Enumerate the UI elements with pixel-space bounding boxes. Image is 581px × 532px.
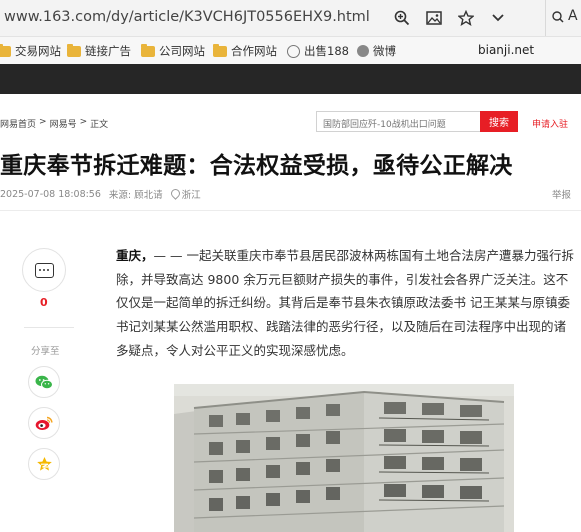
article-paragraph: 重庆，— — 一起关联重庆市奉节县居民邵波林两栋国有土地合法房产遭暴力强行拆除，…: [116, 244, 576, 363]
bookmark-link-ads[interactable]: 链接广告: [67, 43, 131, 59]
share-label: 分享至: [31, 346, 60, 357]
bookmark-for-sale[interactable]: 出售188: [287, 43, 349, 59]
article-meta: 2025-07-08 18:08:56 来源: 顾北请 浙江: [0, 187, 201, 201]
url-text[interactable]: www.163.com/dy/article/K3VCH6JT0556EHX9.…: [4, 9, 370, 25]
share-qzone-button[interactable]: [28, 448, 60, 480]
address-bar[interactable]: www.163.com/dy/article/K3VCH6JT0556EHX9.…: [0, 0, 581, 36]
chevron-down-icon[interactable]: [488, 8, 508, 28]
site-search-input[interactable]: [317, 115, 479, 135]
divider: [0, 210, 581, 211]
article-source[interactable]: 来源: 顾北请: [109, 187, 163, 201]
globe-icon: [287, 44, 300, 58]
bookmark-company-sites[interactable]: 公司网站: [141, 43, 205, 59]
location-pin-icon: [168, 187, 182, 200]
article-title: 重庆奉节拆迁难题：合法权益受损，亟待公正解决: [0, 153, 513, 179]
folder-icon: [0, 43, 11, 57]
comment-button[interactable]: [22, 248, 66, 292]
share-wechat-button[interactable]: [28, 366, 60, 398]
watermark: bianji.net: [478, 43, 535, 57]
comment-icon: [34, 262, 54, 278]
article-datetime: 2025-07-08 18:08:56: [0, 188, 101, 200]
image-icon[interactable]: [424, 8, 444, 28]
zoom-icon[interactable]: [392, 8, 412, 28]
bookmark-weibo[interactable]: 微博: [357, 43, 396, 59]
article-text: — — 一起关联重庆市奉节县居民邵波林两栋国有土地合法房产遭暴力强行拆除，并导致…: [116, 248, 574, 358]
star-icon[interactable]: [456, 8, 476, 28]
article-photo: [174, 384, 514, 532]
bookmark-partner-sites[interactable]: 合作网站: [213, 43, 277, 59]
site-search-box[interactable]: [316, 111, 480, 135]
article-lead: 重庆，: [116, 248, 154, 263]
search-icon: [552, 11, 564, 23]
breadcrumb-netease-account[interactable]: 网易号: [50, 117, 77, 130]
article-body: 重庆，— — 一起关联重庆市奉节县居民邵波林两栋国有土地合法房产遭暴力强行拆除，…: [116, 244, 576, 363]
weibo-favicon-icon: [357, 45, 369, 57]
report-link[interactable]: 举报: [552, 187, 571, 201]
article-location: 浙江: [168, 187, 201, 201]
weibo-icon: [35, 416, 53, 430]
search-button[interactable]: 搜索: [480, 111, 518, 132]
folder-icon: [213, 43, 227, 57]
breadcrumb-home[interactable]: 网易首页: [0, 117, 36, 130]
breadcrumb-article: 正文: [90, 120, 109, 130]
building-photo-graphic: [174, 384, 514, 532]
folder-icon: [141, 43, 155, 57]
folder-icon: [67, 43, 81, 57]
comment-count: 0: [40, 296, 48, 309]
toolbar-search[interactable]: A: [545, 0, 581, 36]
wechat-icon: [35, 375, 53, 389]
rail-divider: [24, 327, 74, 328]
qzone-star-icon: [36, 457, 52, 471]
apply-signup-link[interactable]: 申请入驻: [532, 117, 568, 130]
bookmark-trade-sites[interactable]: 交易网站: [0, 43, 61, 59]
site-nav-bar: [0, 64, 581, 94]
search-letter: A: [568, 8, 578, 24]
share-weibo-button[interactable]: [28, 407, 60, 439]
breadcrumb: 网易首页 > 网易号 > 正文: [0, 117, 109, 130]
